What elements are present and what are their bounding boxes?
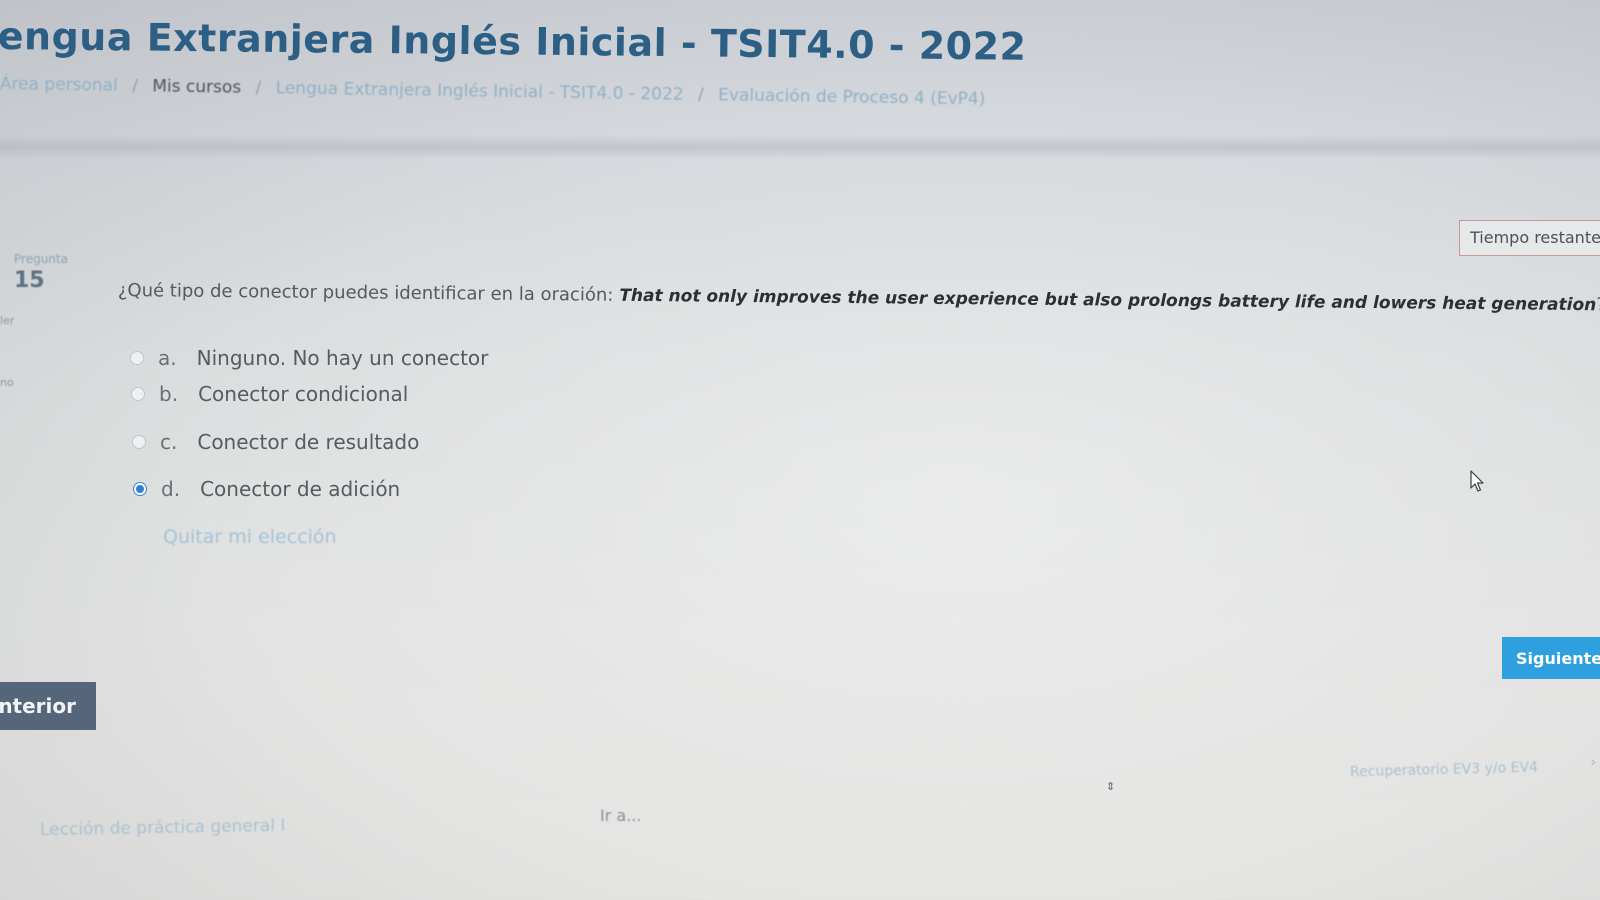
- question-info-label: Pregunta: [14, 252, 68, 266]
- next-activity-link[interactable]: Recuperatorio EV3 y/o EV4: [1350, 760, 1538, 781]
- answer-option-d[interactable]: d. Conector de adición: [133, 477, 400, 501]
- jump-to-select[interactable]: Ir a...: [600, 806, 641, 825]
- previous-activity-link[interactable]: Lección de práctica general I: [40, 816, 286, 840]
- header-divider: [0, 135, 1600, 159]
- breadcrumb-course[interactable]: Lengua Extranjera Inglés Inicial - TSIT4…: [276, 78, 684, 104]
- answer-letter: a.: [158, 346, 177, 370]
- question-end: ?: [1596, 294, 1600, 316]
- page-title: engua Extranjera Inglés Inicial - TSIT4.…: [0, 14, 1027, 69]
- question-info-fragment: no: [0, 376, 14, 389]
- question-number: 15: [14, 268, 45, 293]
- breadcrumb-separator: /: [697, 84, 704, 106]
- answer-text: Conector de adición: [200, 477, 401, 501]
- breadcrumb-separator: /: [132, 76, 139, 97]
- select-arrows-icon[interactable]: ⇕: [1106, 780, 1115, 793]
- answer-letter: b.: [159, 382, 179, 406]
- next-page-button[interactable]: Siguiente p: [1502, 637, 1600, 679]
- answer-letter: d.: [161, 477, 181, 501]
- time-remaining-label: Tiempo restante: [1470, 228, 1600, 247]
- breadcrumb-my-courses[interactable]: Mis cursos: [152, 76, 241, 97]
- breadcrumb-separator: /: [255, 78, 262, 99]
- chevron-right-icon[interactable]: ›: [1590, 752, 1596, 771]
- answer-option-b[interactable]: b. Conector condicional: [131, 382, 408, 406]
- previous-page-button[interactable]: nterior: [0, 682, 96, 730]
- radio-button[interactable]: [131, 387, 145, 401]
- time-remaining-box: Tiempo restante: [1459, 220, 1600, 256]
- question-prompt: ¿Qué tipo de conector puedes identificar…: [117, 280, 614, 306]
- question-info: Pregunta 15: [14, 252, 68, 293]
- answer-option-c[interactable]: c. Conector de resultado: [132, 430, 419, 454]
- question-sentence: That not only improves the user experien…: [619, 285, 1597, 316]
- radio-button-selected[interactable]: [133, 482, 147, 496]
- mouse-pointer-icon: [1470, 470, 1484, 492]
- answer-text: Conector de resultado: [197, 430, 420, 454]
- question-text: ¿Qué tipo de conector puedes identificar…: [118, 280, 1600, 315]
- answer-text: Ninguno. No hay un conector: [196, 346, 489, 370]
- answer-letter: c.: [160, 430, 178, 454]
- answer-option-a[interactable]: a. Ninguno. No hay un conector: [130, 346, 488, 370]
- answer-text: Conector condicional: [198, 382, 409, 406]
- clear-choice-link[interactable]: Quitar mi elección: [163, 526, 337, 548]
- breadcrumb: Área personal / Mis cursos / Lengua Extr…: [0, 74, 986, 109]
- question-info-fragment: ler: [0, 314, 15, 327]
- breadcrumb-quiz[interactable]: Evaluación de Proceso 4 (EvP4): [718, 85, 986, 109]
- breadcrumb-home[interactable]: Área personal: [0, 74, 118, 96]
- radio-button[interactable]: [130, 351, 144, 365]
- radio-button[interactable]: [132, 435, 146, 449]
